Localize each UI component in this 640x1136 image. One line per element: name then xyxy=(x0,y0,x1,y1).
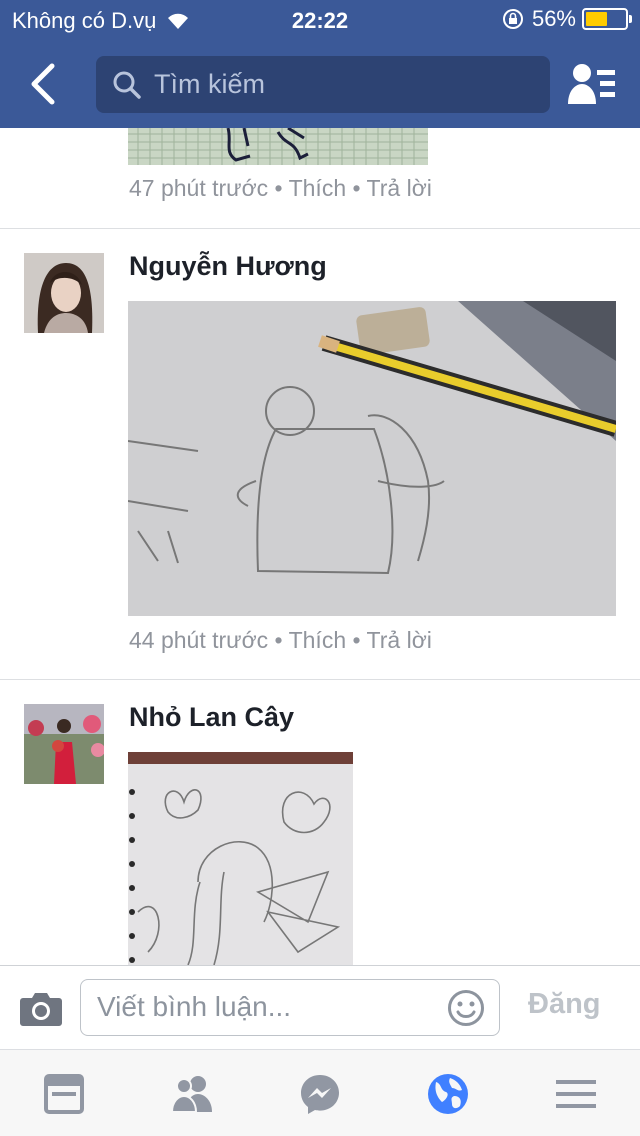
friend-requests-icon[interactable] xyxy=(566,62,618,106)
messenger-icon[interactable] xyxy=(298,1072,342,1116)
search-input[interactable]: Tìm kiếm xyxy=(96,56,550,113)
meta-separator: • xyxy=(346,627,367,653)
comment-photo[interactable] xyxy=(128,301,616,616)
emoji-icon[interactable] xyxy=(447,989,485,1027)
avatar[interactable] xyxy=(24,253,104,333)
comment-item: Nhỏ Lan Cây xyxy=(0,680,640,965)
status-bar: Không có D.vụ 22:22 56% xyxy=(0,0,640,40)
meta-separator: • xyxy=(346,175,367,201)
commenter-name[interactable]: Nguyễn Hương xyxy=(129,251,327,282)
comment-time: 47 phút trước xyxy=(129,175,269,201)
reply-link[interactable]: Trả lời xyxy=(367,627,432,653)
comment-item: Nguyễn Hương 44 phút trước • Thích • Trả… xyxy=(0,229,640,679)
comment-placeholder: Viết bình luận... xyxy=(97,991,292,1022)
friends-icon[interactable] xyxy=(170,1072,214,1116)
post-button[interactable]: Đăng xyxy=(528,988,601,1021)
comment-photo[interactable] xyxy=(128,752,353,965)
battery-percent: 56% xyxy=(531,6,576,31)
comment-time: 44 phút trước xyxy=(129,627,269,653)
tab-bar xyxy=(0,1049,640,1136)
comment-photo[interactable] xyxy=(128,128,428,165)
notifications-globe-icon[interactable] xyxy=(426,1072,470,1116)
meta-separator: • xyxy=(268,175,289,201)
camera-icon[interactable] xyxy=(20,990,62,1026)
commenter-name[interactable]: Nhỏ Lan Cây xyxy=(129,702,294,733)
rotation-lock-icon xyxy=(502,9,523,29)
news-feed-icon[interactable] xyxy=(42,1072,86,1116)
comment-composer: Viết bình luận... Đăng xyxy=(0,965,640,1049)
comments-feed[interactable]: 47 phút trước • Thích • Trả lời Nguyễn H… xyxy=(0,128,640,965)
search-icon xyxy=(113,71,141,99)
comment-meta: 47 phút trước • Thích • Trả lời xyxy=(129,175,432,202)
comment-item: 47 phút trước • Thích • Trả lời xyxy=(0,128,640,228)
meta-separator: • xyxy=(268,627,289,653)
like-link[interactable]: Thích xyxy=(289,627,347,653)
battery-icon xyxy=(582,8,632,30)
status-right: 56% xyxy=(502,6,632,32)
reply-link[interactable]: Trả lời xyxy=(367,175,432,201)
avatar[interactable] xyxy=(24,704,104,784)
menu-icon[interactable] xyxy=(554,1072,598,1116)
like-link[interactable]: Thích xyxy=(289,175,347,201)
battery-fill xyxy=(586,12,608,26)
comment-input[interactable]: Viết bình luận... xyxy=(80,979,500,1036)
search-placeholder: Tìm kiếm xyxy=(154,69,265,99)
top-bar: Không có D.vụ 22:22 56% Tìm kiếm xyxy=(0,0,640,128)
back-chevron-icon[interactable] xyxy=(22,60,70,108)
comment-meta: 44 phút trước • Thích • Trả lời xyxy=(129,627,432,654)
